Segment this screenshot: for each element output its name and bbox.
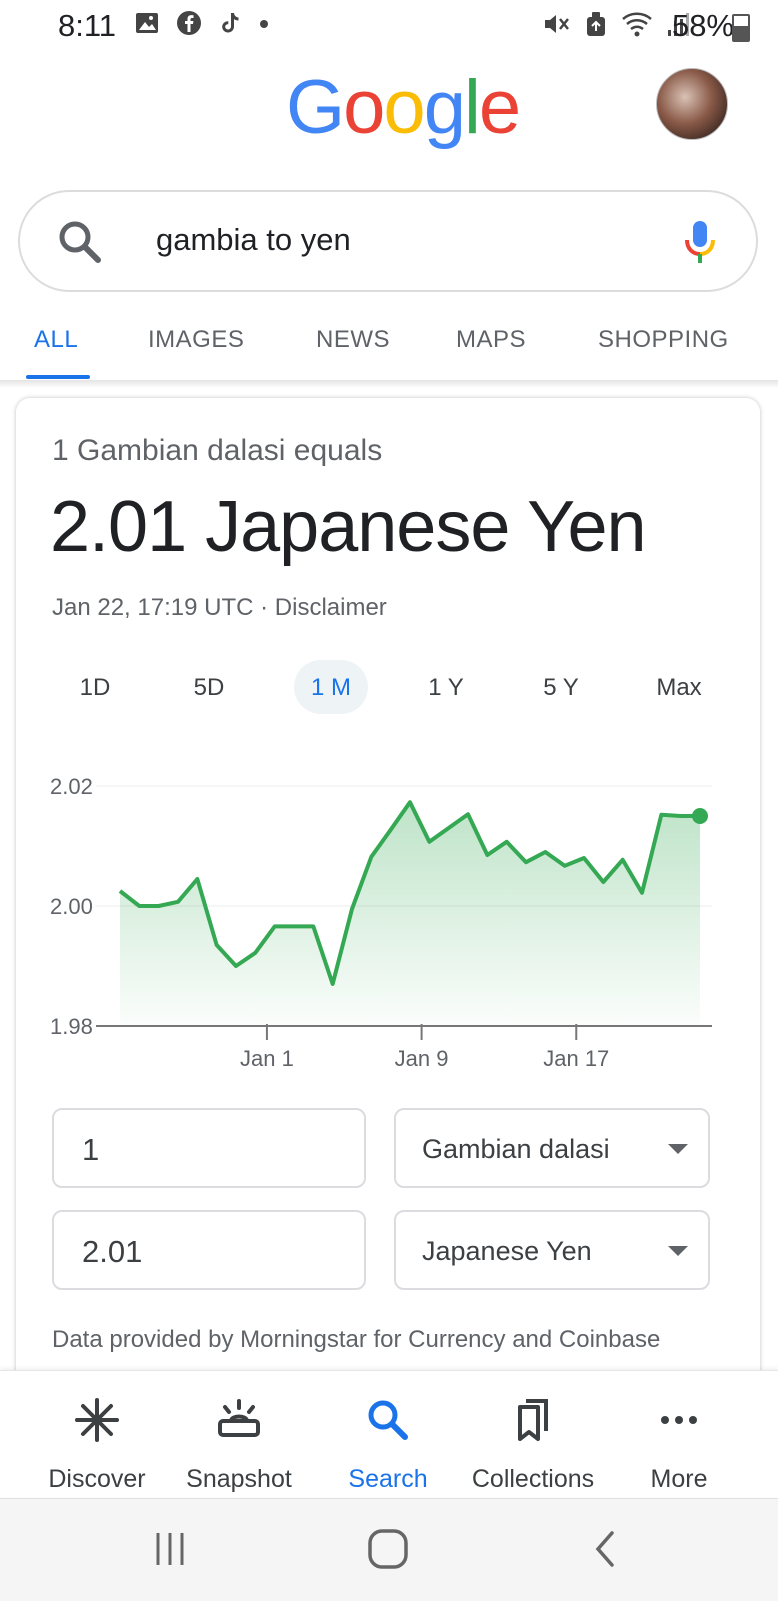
logo-letter: l xyxy=(463,65,481,150)
nav-collections[interactable]: Collections xyxy=(458,1371,608,1499)
y-tick-label: 2.02 xyxy=(50,774,93,799)
more-icon xyxy=(656,1397,702,1448)
nav-label: Collections xyxy=(471,1465,595,1493)
from-currency-select[interactable]: Gambian dalasi xyxy=(394,1108,710,1188)
data-source-note: Data provided by Morningstar for Currenc… xyxy=(52,1326,661,1353)
gallery-icon xyxy=(134,10,160,41)
nav-label: Snapshot xyxy=(186,1465,292,1493)
snapshot-icon xyxy=(216,1397,262,1448)
status-bar: 8:11 58% xyxy=(0,0,778,52)
facebook-icon xyxy=(176,10,202,41)
search-tabs: ALL IMAGES NEWS MAPS SHOPPING xyxy=(0,316,778,382)
battery-icon xyxy=(732,14,750,42)
nav-search[interactable]: Search xyxy=(313,1371,463,1499)
nav-snapshot[interactable]: Snapshot xyxy=(164,1371,314,1499)
battery-percent: 58% xyxy=(671,8,734,43)
range-5d[interactable]: 5D xyxy=(172,674,246,702)
tab-news[interactable]: NEWS xyxy=(316,326,390,354)
x-tick-label: Jan 9 xyxy=(395,1046,449,1071)
divider xyxy=(0,380,778,388)
to-amount-value[interactable]: 2.01 xyxy=(82,1234,142,1270)
avatar[interactable] xyxy=(656,68,728,140)
tab-all[interactable]: ALL xyxy=(34,326,78,354)
tab-images[interactable]: IMAGES xyxy=(148,326,244,354)
range-max[interactable]: Max xyxy=(642,674,716,702)
x-tick-label: Jan 17 xyxy=(543,1046,609,1071)
y-tick-label: 2.00 xyxy=(50,894,93,919)
search-box[interactable]: gambia to yen xyxy=(18,190,758,292)
search-icon xyxy=(365,1397,411,1448)
range-1m[interactable]: 1 M xyxy=(294,674,368,702)
asterisk-icon xyxy=(74,1397,120,1448)
microphone-icon[interactable] xyxy=(682,218,718,271)
range-1y[interactable]: 1 Y xyxy=(409,674,483,702)
logo-letter: o xyxy=(343,65,385,150)
home-icon[interactable] xyxy=(366,1527,410,1576)
wifi-icon xyxy=(620,10,654,43)
nav-label: Discover xyxy=(48,1465,146,1493)
range-5y[interactable]: 5 Y xyxy=(524,674,598,702)
range-1d[interactable]: 1D xyxy=(58,674,132,702)
mute-icon xyxy=(542,10,572,43)
search-input[interactable]: gambia to yen xyxy=(156,222,351,258)
bottom-navigation: Discover Snapshot Search Collections Mor… xyxy=(0,1370,778,1499)
to-currency-select[interactable]: Japanese Yen xyxy=(394,1210,710,1290)
status-time: 8:11 xyxy=(58,8,117,43)
logo-letter: g xyxy=(423,65,466,150)
search-icon[interactable] xyxy=(56,218,104,271)
equals-text: 1 Gambian dalasi equals xyxy=(52,434,383,467)
dropdown-arrow-icon xyxy=(668,1144,688,1154)
back-icon[interactable] xyxy=(590,1529,620,1574)
tab-maps[interactable]: MAPS xyxy=(456,326,526,354)
logo-letter: e xyxy=(478,65,521,150)
logo-letter: G xyxy=(286,65,345,150)
nav-label: More xyxy=(650,1465,708,1493)
collections-icon xyxy=(510,1397,556,1448)
recycle-icon xyxy=(584,10,608,43)
to-amount-field[interactable]: 2.01 xyxy=(52,1210,366,1290)
from-amount-value[interactable]: 1 xyxy=(82,1132,99,1168)
nav-more[interactable]: More xyxy=(604,1371,754,1499)
recents-icon[interactable] xyxy=(150,1529,190,1574)
nav-label: Search xyxy=(348,1465,428,1493)
x-tick-label: Jan 1 xyxy=(240,1046,294,1071)
from-amount-field[interactable]: 1 xyxy=(52,1108,366,1188)
y-tick-label: 1.98 xyxy=(50,1014,93,1039)
dropdown-arrow-icon xyxy=(668,1246,688,1256)
dot-icon xyxy=(258,10,270,41)
chart-current-point xyxy=(692,808,708,824)
conversion-result: 2.01 Japanese Yen xyxy=(50,487,647,567)
exchange-rate-chart[interactable]: 2.02 2.00 1.98 Jan 1 Jan 9 Jan 17 xyxy=(16,758,760,1088)
tab-shopping[interactable]: SHOPPING xyxy=(598,326,729,354)
to-currency-label: Japanese Yen xyxy=(422,1236,592,1266)
logo-letter: o xyxy=(383,65,425,150)
range-selector: 1D 5D 1 M 1 Y 5 Y Max xyxy=(16,660,760,716)
tiktok-icon xyxy=(218,10,242,41)
google-logo[interactable]: Google xyxy=(286,64,521,151)
nav-discover[interactable]: Discover xyxy=(22,1371,172,1499)
active-tab-indicator xyxy=(26,375,90,379)
from-currency-label: Gambian dalasi xyxy=(422,1134,610,1164)
update-timestamp[interactable]: Jan 22, 17:19 UTC · Disclaimer xyxy=(52,594,387,622)
currency-converter-card: 1 Gambian dalasi equals 2.01 Japanese Ye… xyxy=(16,398,760,1398)
system-navigation-bar xyxy=(0,1498,778,1601)
